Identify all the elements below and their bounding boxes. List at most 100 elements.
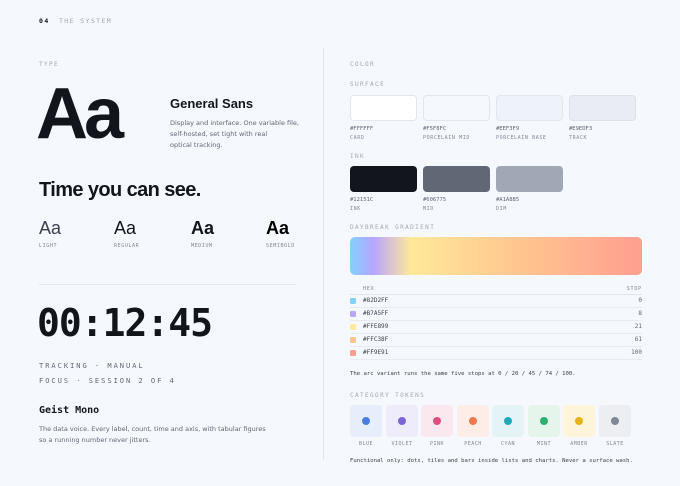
category-name: VIOLET [391,441,413,447]
gradient-stop-dot [350,324,356,330]
weight-label-regular: REGULAR [114,243,140,249]
ink-hex: #A1A8B5 [496,197,520,203]
type-specimen: Aa [36,74,124,154]
category-tile-mint [528,405,560,437]
gradient-stop-row: #82D2FF 0 [350,295,642,308]
surface-name: PORCELAIN BASE [496,135,547,141]
gradient-stop-hex: #FFC38F [363,336,389,343]
surface-swatch-card [350,95,417,121]
surface-name: PORCELAIN MID [423,135,470,141]
ink-swatch-mid [423,166,490,192]
surface-name: TRACK [569,135,588,141]
gradient-stop-row: #B7A5FF 8 [350,308,642,321]
category-name: PEACH [464,441,482,447]
surface-hex: #F5F8FC [423,126,447,132]
ink-hex: #606775 [423,197,447,203]
daybreak-gradient-bar [350,237,642,275]
weight-label-semibold: SEMIBOLD [266,243,295,249]
weight-sample-semibold: Aa [266,218,290,238]
category-tile-violet [386,405,418,437]
font-description-line: self-hosted, set tight with real [170,130,268,138]
category-name: BLUE [358,441,374,447]
weight-label-light: LIGHT [39,243,58,249]
color-eyebrow: COLOR [350,61,376,68]
surface-name: CARD [350,135,365,141]
gradient-stop-dot [350,337,356,343]
surface-label: SURFACE [350,81,386,88]
type-divider [39,284,296,285]
category-dot [611,417,619,425]
section-title: THE SYSTEM [58,17,113,25]
font-name: General Sans [170,96,254,111]
category-name: CYAN [500,441,516,447]
ink-swatch-ink [350,166,417,192]
mono-description-line: The data voice. Every label, count, time… [39,425,266,433]
tracking-meta: TRACKING · MANUAL [39,362,145,370]
gradient-stop-dot [350,350,356,356]
gradient-stop-row: #FFC38F 61 [350,334,642,347]
gradient-stop-value: 0 [638,297,642,304]
gradient-label: DAYBREAK GRADIENT [350,224,436,231]
gradient-stop-hex: #B7A5FF [363,310,389,317]
font-description: Display and interface. One variable file… [170,118,299,151]
mono-description-line: so a running number never jitters. [39,436,151,444]
category-tile-peach [457,405,489,437]
category-dot [362,417,370,425]
font-description-line: optical tracking. [170,141,223,149]
timer-display: 00:12:45 [37,301,213,345]
category-tile-pink [421,405,453,437]
category-name: AMBER [570,441,588,447]
surface-swatch-porcelain-mid [423,95,490,121]
ink-swatch-dim [496,166,563,192]
gradient-stop-row: #FF9E91 100 [350,347,642,360]
category-label: CATEGORY TOKENS [350,392,426,399]
surface-hex: #FFFFFF [350,126,374,132]
gradient-stop-header: STOP [626,286,642,292]
focus-meta: FOCUS · SESSION 2 OF 4 [39,377,176,385]
category-tile-blue [350,405,382,437]
ink-name: INK [350,206,361,212]
section-header: 04 THE SYSTEM [39,17,112,25]
category-tile-amber [563,405,595,437]
category-dot [398,417,406,425]
weight-sample-regular: Aa [114,218,137,238]
ink-name: DIM [496,206,507,212]
category-tile-slate [599,405,631,437]
category-dot [433,417,441,425]
type-eyebrow: TYPE [39,61,60,68]
category-name: SLATE [606,441,624,447]
ink-label: INK [350,153,366,160]
gradient-stop-hex: #FF9E91 [363,349,389,356]
section-number: 04 [39,17,50,25]
headline: Time you can see. [39,179,201,201]
mono-description: The data voice. Every label, count, time… [39,424,266,446]
gradient-stop-value: 61 [634,336,642,343]
ink-hex: #12151C [350,197,374,203]
gradient-stop-value: 8 [638,310,642,317]
category-tile-cyan [492,405,524,437]
gradient-stop-value: 21 [634,323,642,330]
category-dot [469,417,477,425]
font-description-line: Display and interface. One variable file… [170,119,299,127]
category-name: MINT [536,441,552,447]
category-name: PINK [429,441,445,447]
category-note: Functional only: dots, tiles and bars in… [350,458,633,464]
surface-swatch-porcelain-base [496,95,563,121]
gradient-stop-hex: #82D2FF [363,297,389,304]
category-dot [540,417,548,425]
category-dot [504,417,512,425]
gradient-stop-dot [350,311,356,317]
surface-swatch-track [569,95,636,121]
weight-sample-light: Aa [39,218,62,238]
category-dot [575,417,583,425]
ink-name: MID [423,206,434,212]
gradient-stop-value: 100 [631,349,642,356]
gradient-stop-row: #FFE899 21 [350,321,642,334]
surface-hex: #E9EDF3 [569,126,593,132]
gradient-stop-hex: #FFE899 [363,323,389,330]
gradient-hex-header: HEX [363,286,375,292]
gradient-note: The arc variant runs the same five stops… [350,371,576,377]
column-divider [323,48,324,460]
surface-hex: #EEF3F9 [496,126,520,132]
gradient-stop-dot [350,298,356,304]
